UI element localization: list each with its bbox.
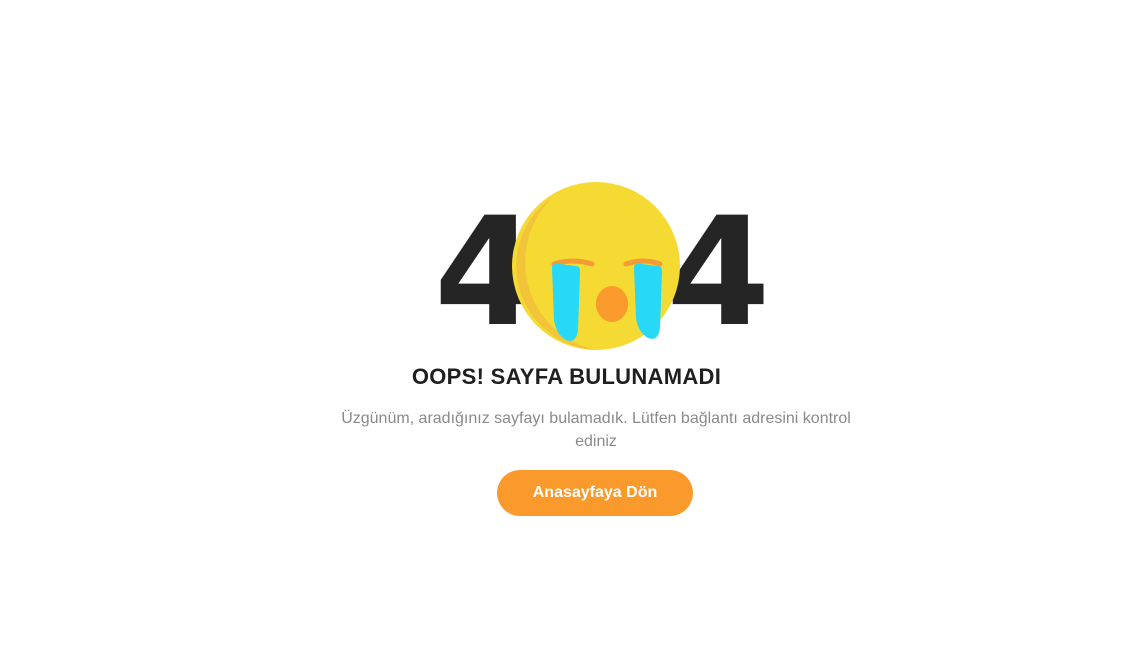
not-found-section: 4 4 OOPS! SAYFA BULUNAMADI Üzgünüm, arad… [0,0,1133,655]
error-page: 4 4 OOPS! SAYFA BULUNAMADI Üzgünüm, arad… [0,0,1133,655]
error-message: Üzgünüm, aradığınız sayfayı bulamadık. L… [341,410,851,450]
error-code: 4 4 [430,180,770,355]
crying-face-icon [512,182,680,350]
page-title: OOPS! SAYFA BULUNAMADI [411,364,722,389]
home-button[interactable]: Anasayfaya Dön [497,470,693,516]
